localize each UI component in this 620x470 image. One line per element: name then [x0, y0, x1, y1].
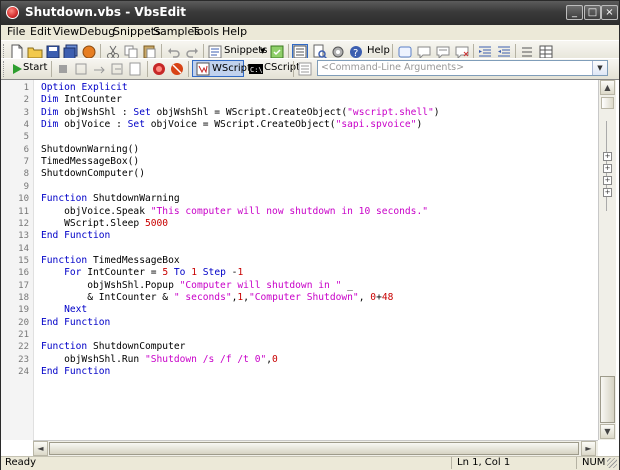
code-line[interactable]: & IntCounter & " seconds",1,"Computer Sh…: [41, 292, 393, 303]
line-number: 2: [23, 95, 29, 106]
command-line-arguments-combobox[interactable]: <Command-Line Arguments> ▼: [317, 60, 608, 76]
menu-edit[interactable]: Edit: [30, 25, 51, 38]
line-number: 7: [23, 157, 29, 168]
code-line[interactable]: TimedMessageBox(): [41, 156, 139, 167]
app-icon[interactable]: [6, 6, 19, 19]
code-line[interactable]: For IntCounter = 5 To 1 Step -1: [41, 267, 243, 278]
line-number: 12: [18, 218, 29, 229]
start-button[interactable]: Start: [23, 62, 47, 73]
wscript-icon: [195, 61, 211, 77]
step-over-icon[interactable]: [91, 61, 107, 77]
svg-text:C:\: C:\: [250, 66, 263, 74]
line-number: 14: [18, 243, 29, 254]
menu-file[interactable]: File: [7, 25, 25, 38]
wscript-toggle[interactable]: WScript: [192, 60, 251, 77]
code-line[interactable]: Function ShutdownWarning: [41, 193, 180, 204]
horizontal-scroll-thumb[interactable]: [49, 442, 579, 455]
status-bar: Ready Ln 1, Col 1 NUM: [1, 456, 619, 470]
split-handle[interactable]: [601, 97, 614, 109]
code-line[interactable]: Dim IntCounter: [41, 94, 122, 105]
code-line[interactable]: Function ShutdownComputer: [41, 341, 185, 352]
scroll-right-icon[interactable]: ►: [581, 441, 596, 456]
code-line[interactable]: Option Explicit: [41, 82, 128, 93]
fold-for-loop-icon[interactable]: +: [603, 176, 612, 185]
cursor-position: Ln 1, Col 1: [457, 457, 511, 468]
line-number: 17: [18, 280, 29, 291]
code-editor[interactable]: 1 Option Explicit 2 Dim IntCounter 3 Dim objW…: [1, 79, 619, 457]
help-button-label[interactable]: Help: [367, 45, 390, 56]
code-line[interactable]: ShutdownComputer(): [41, 168, 145, 179]
status-message: Ready: [5, 457, 37, 468]
horizontal-scrollbar[interactable]: ◄ ►: [33, 440, 598, 457]
line-number: 5: [23, 132, 29, 143]
stop-icon[interactable]: [55, 61, 71, 77]
line-number: 15: [18, 255, 29, 266]
fold-function-timedmessagebox-icon[interactable]: +: [603, 164, 612, 173]
code-line[interactable]: Dim objVoice : Set objVoice = WScript.Cr…: [41, 119, 422, 130]
step-into-icon[interactable]: [73, 61, 89, 77]
scroll-left-icon[interactable]: ◄: [33, 441, 48, 456]
toggle-breakpoint-icon[interactable]: [151, 61, 167, 77]
scroll-down-icon[interactable]: ▼: [600, 424, 615, 439]
cscript-button[interactable]: CScript: [264, 62, 300, 73]
line-number: 21: [18, 330, 29, 340]
line-number: 18: [18, 292, 29, 303]
code-line[interactable]: objVoice.Speak "This computer will now s…: [41, 206, 428, 217]
chevron-down-icon[interactable]: ▼: [592, 61, 607, 75]
clear-breakpoints-icon[interactable]: [169, 61, 185, 77]
line-number: 3: [23, 107, 29, 118]
code-line[interactable]: objWshShl.Popup "Computer will shutdown …: [41, 280, 353, 291]
step-out-icon[interactable]: [109, 61, 125, 77]
code-line[interactable]: End Function: [41, 230, 110, 241]
line-number: 24: [18, 367, 29, 378]
line-number: 4: [23, 120, 29, 131]
code-line[interactable]: WScript.Sleep 5000: [41, 218, 168, 229]
resize-grip[interactable]: [607, 458, 617, 468]
close-button[interactable]: ×: [601, 5, 618, 20]
code-line[interactable]: objWshShl.Run "Shutdown /s /f /t 0",0: [41, 354, 278, 365]
numlock-indicator: NUM: [582, 457, 606, 468]
command-line-arguments-placeholder: <Command-Line Arguments>: [321, 62, 465, 73]
vbsedit-window: Shutdown.vbs - VbsEdit _ □ × File Edit V…: [0, 0, 620, 470]
line-number: 19: [18, 305, 29, 316]
breakpoint-list-icon[interactable]: [127, 61, 143, 77]
line-number: 10: [18, 194, 29, 205]
line-number: 1: [23, 83, 29, 93]
wscript-label: WScript: [212, 63, 251, 74]
scroll-up-icon[interactable]: ▲: [600, 80, 615, 95]
line-number: 22: [18, 342, 29, 353]
run-toolbar: Start WScript C:\ CScript <Command-Line …: [1, 58, 619, 80]
code-line[interactable]: End Function: [41, 366, 110, 377]
minimize-button[interactable]: _: [566, 5, 583, 20]
maximize-button[interactable]: □: [584, 5, 601, 20]
line-number: 13: [18, 231, 29, 242]
toolbar-grip[interactable]: [3, 61, 7, 77]
code-line[interactable]: ShutdownWarning(): [41, 144, 139, 155]
scroll-thumb[interactable]: [600, 376, 615, 423]
menu-view[interactable]: View: [53, 25, 79, 38]
fold-function-shutdownwarning-icon[interactable]: +: [603, 152, 612, 161]
window-title: Shutdown.vbs - VbsEdit: [25, 5, 187, 19]
title-bar: Shutdown.vbs - VbsEdit _ □ ×: [1, 1, 619, 25]
line-number: 20: [18, 317, 29, 328]
code-line[interactable]: Next: [41, 304, 87, 315]
menu-tools[interactable]: Tools: [192, 25, 219, 38]
menu-debug[interactable]: Debug: [79, 25, 115, 38]
vertical-scrollbar[interactable]: ▲ + + + + ▼: [598, 80, 616, 440]
arguments-icon[interactable]: [297, 61, 313, 77]
fold-function-shutdowncomputer-icon[interactable]: +: [603, 188, 612, 197]
code-line[interactable]: End Function: [41, 317, 110, 328]
line-number: 8: [23, 169, 29, 180]
cscript-icon[interactable]: C:\: [248, 61, 264, 77]
menu-help[interactable]: Help: [222, 25, 247, 38]
snippets-dropdown-arrow-icon[interactable]: ▼: [260, 47, 265, 55]
line-number: 9: [23, 181, 29, 192]
code-line[interactable]: Dim objWshShl : Set objWshShl = WScript.…: [41, 107, 440, 118]
line-number: 6: [23, 144, 29, 155]
line-number: 16: [18, 268, 29, 279]
line-number: 11: [18, 206, 29, 217]
code-line[interactable]: Function TimedMessageBox: [41, 255, 180, 266]
menu-bar: File Edit View Debug Snippets Samples To…: [1, 25, 619, 40]
line-number: 23: [18, 354, 29, 365]
